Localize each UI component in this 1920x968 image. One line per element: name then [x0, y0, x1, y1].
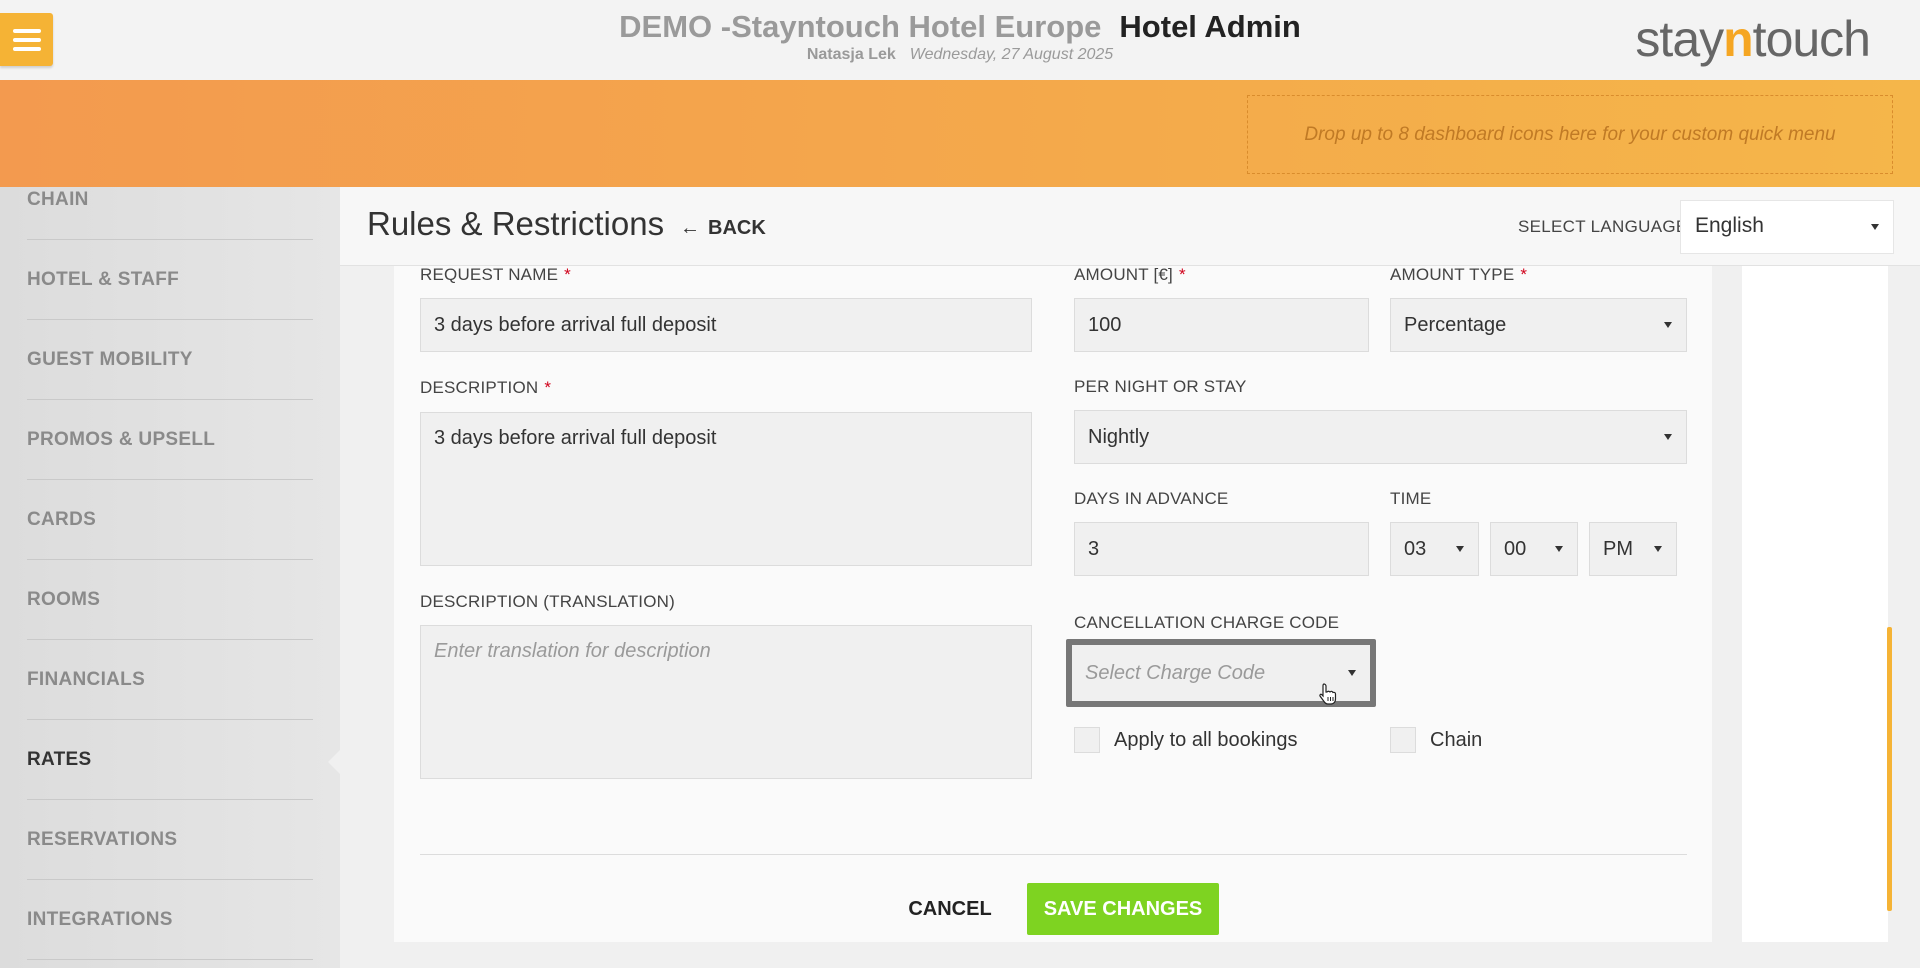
description-translation-textarea[interactable]: Enter translation for description: [420, 625, 1032, 779]
sidebar-item-chain[interactable]: CHAIN: [27, 187, 313, 240]
required-marker: *: [564, 265, 571, 284]
amount-type-label: AMOUNT TYPE *: [1390, 265, 1527, 285]
amount-type-select[interactable]: Percentage: [1390, 298, 1687, 352]
right-side-panel: [1742, 266, 1888, 942]
time-label: TIME: [1390, 489, 1432, 508]
sidebar-item-cards[interactable]: CARDS: [27, 480, 313, 560]
apply-all-bookings-checkbox[interactable]: [1074, 727, 1100, 753]
caret-down-icon: [1456, 546, 1464, 552]
language-label: SELECT LANGUAGE: [1518, 217, 1688, 236]
description-translation-placeholder: Enter translation for description: [434, 640, 711, 662]
left-arrow-icon: ←: [680, 217, 700, 239]
per-night-or-stay-label: PER NIGHT OR STAY: [1074, 377, 1247, 396]
caret-down-icon: [1664, 434, 1672, 440]
current-date: Wednesday, 27 August 2025: [909, 46, 1114, 63]
sidebar-item-financials[interactable]: FINANCIALS: [27, 640, 313, 720]
sidebar-item-hotel-staff[interactable]: HOTEL & STAFF: [27, 240, 313, 320]
per-night-or-stay-value: Nightly: [1088, 425, 1150, 448]
caret-down-icon: [1555, 546, 1563, 552]
caret-down-icon: [1871, 224, 1879, 230]
language-select[interactable]: English: [1680, 200, 1894, 254]
sidebar-item-rates[interactable]: RATES: [27, 720, 313, 800]
sidebar-item-guest-mobility[interactable]: GUEST MOBILITY: [27, 320, 313, 400]
cancellation-charge-code-placeholder: Select Charge Code: [1085, 661, 1266, 684]
sidebar-item-rooms[interactable]: ROOMS: [27, 560, 313, 640]
time-minute-value: 00: [1504, 537, 1527, 560]
active-nav-pointer: [328, 749, 341, 775]
request-name-label-text: REQUEST NAME: [420, 265, 559, 284]
amount-type-value: Percentage: [1404, 313, 1507, 336]
logo-part: touch: [1752, 11, 1871, 67]
sidebar-item-reservations[interactable]: RESERVATIONS: [27, 800, 313, 880]
amount-input[interactable]: 100: [1074, 298, 1369, 352]
back-button[interactable]: ← BACK: [680, 217, 766, 240]
description-label: DESCRIPTION *: [420, 378, 551, 398]
amount-value: 100: [1088, 313, 1122, 336]
time-hour-value: 03: [1404, 537, 1427, 560]
caret-down-icon: [1664, 322, 1672, 328]
amount-label: AMOUNT [€] *: [1074, 265, 1186, 285]
amount-label-text: AMOUNT [€]: [1074, 265, 1173, 284]
sidebar-item-integrations[interactable]: INTEGRATIONS: [27, 880, 313, 960]
time-hour-select[interactable]: 03: [1390, 522, 1479, 576]
hotel-name: DEMO -Stayntouch Hotel Europe: [619, 9, 1102, 44]
apply-all-bookings-label[interactable]: Apply to all bookings: [1114, 729, 1297, 752]
admin-sidebar: CHAIN HOTEL & STAFF GUEST MOBILITY PROMO…: [0, 187, 340, 968]
required-marker: *: [544, 378, 552, 397]
form-divider: [420, 854, 1687, 855]
logo-part: stay: [1635, 11, 1724, 67]
request-name-value: 3 days before arrival full deposit: [434, 313, 717, 336]
page-title: Rules & Restrictions: [367, 205, 665, 242]
stayntouch-logo: stayntouch: [1635, 10, 1871, 68]
top-header: DEMO -Stayntouch Hotel Europe Hotel Admin…: [0, 0, 1920, 80]
days-in-advance-input[interactable]: 3: [1074, 522, 1369, 576]
days-in-advance-label: DAYS IN ADVANCE: [1074, 489, 1229, 508]
back-label: BACK: [708, 217, 766, 239]
description-textarea[interactable]: 3 days before arrival full deposit: [420, 412, 1032, 566]
amount-type-label-text: AMOUNT TYPE: [1390, 265, 1515, 284]
required-marker: *: [1520, 265, 1528, 284]
quick-menu-dropzone[interactable]: Drop up to 8 dashboard icons here for yo…: [1247, 95, 1893, 174]
days-in-advance-value: 3: [1088, 537, 1100, 560]
quick-menu-bar: Drop up to 8 dashboard icons here for yo…: [0, 80, 1920, 187]
time-minute-select[interactable]: 00: [1490, 522, 1578, 576]
caret-down-icon: [1348, 670, 1356, 676]
description-value: 3 days before arrival full deposit: [434, 427, 717, 449]
app-name: Hotel Admin: [1119, 9, 1301, 44]
cancel-button[interactable]: CANCEL: [892, 884, 1008, 934]
save-changes-button[interactable]: SAVE CHANGES: [1027, 883, 1219, 935]
hand-pointer-icon: [1319, 683, 1337, 705]
per-night-or-stay-select[interactable]: Nightly: [1074, 410, 1687, 464]
caret-down-icon: [1654, 546, 1662, 552]
user-name: Natasja Lek: [806, 46, 896, 63]
time-ampm-value: PM: [1603, 537, 1633, 560]
chain-checkbox[interactable]: [1390, 727, 1416, 753]
chain-label[interactable]: Chain: [1430, 729, 1482, 752]
logo-part: n: [1723, 11, 1754, 67]
content-header: Rules & Restrictions ← BACK SELECT LANGUA…: [340, 187, 1920, 266]
time-ampm-select[interactable]: PM: [1589, 522, 1677, 576]
request-name-input[interactable]: 3 days before arrival full deposit: [420, 298, 1032, 352]
scrollbar-thumb[interactable]: [1887, 627, 1892, 911]
request-name-label: REQUEST NAME *: [420, 265, 571, 285]
required-marker: *: [1178, 265, 1186, 284]
cancellation-charge-code-label: CANCELLATION CHARGE CODE: [1074, 613, 1340, 632]
language-value: English: [1695, 214, 1764, 237]
header-title-block: DEMO -Stayntouch Hotel Europe Hotel Admin…: [0, 9, 1920, 64]
description-translation-label: DESCRIPTION (TRANSLATION): [420, 592, 675, 611]
sidebar-item-promos-upsell[interactable]: PROMOS & UPSELL: [27, 400, 313, 480]
description-label-text: DESCRIPTION: [420, 378, 539, 397]
